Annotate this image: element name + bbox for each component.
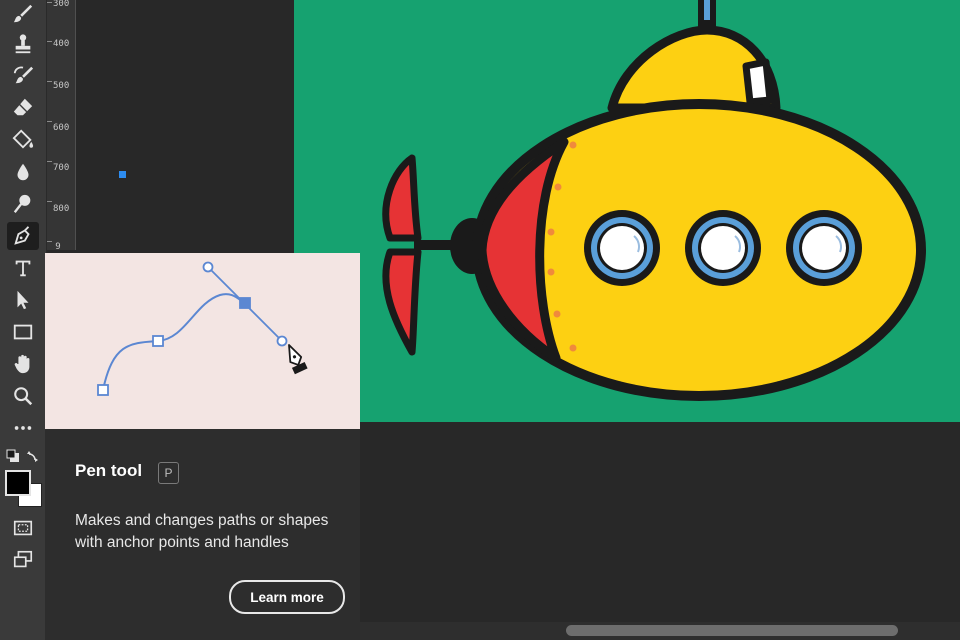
zoom-tool[interactable]: [7, 382, 39, 410]
propeller-blade-top: [382, 154, 422, 242]
blur-tool-icon: [17, 163, 29, 181]
dodge-tool-icon: [13, 194, 31, 213]
pen-tool[interactable]: [7, 222, 39, 250]
propeller-blade-bottom: [382, 248, 422, 356]
quick-mask-mode[interactable]: [7, 514, 39, 542]
pen-cursor-icon: [288, 344, 308, 375]
type-tool[interactable]: [7, 254, 39, 282]
learn-more-button[interactable]: Learn more: [229, 580, 345, 614]
canvas-pasteboard: [76, 0, 294, 250]
path-selection-tool-icon: [17, 290, 29, 310]
ruler-label: 700: [53, 163, 70, 173]
tower-window: [742, 58, 774, 106]
rectangle-tool-icon: [13, 324, 33, 340]
screen-mode[interactable]: [7, 546, 39, 574]
more-tools[interactable]: [7, 414, 39, 442]
vertical-ruler: 300 400 500 600 700 800 9: [47, 0, 76, 252]
bezier-path: [102, 293, 246, 391]
zoom-tool-icon: [14, 387, 33, 406]
document-canvas[interactable]: [294, 0, 960, 422]
periscope-highlight: [704, 0, 710, 20]
brush-tool[interactable]: [7, 0, 39, 28]
porthole-middle: [685, 210, 761, 286]
porthole-left: [584, 210, 660, 286]
ruler-label: 400: [53, 39, 70, 49]
type-tool-icon: [15, 260, 31, 277]
tools-panel: [0, 0, 47, 640]
swap-colors-icon[interactable]: [26, 449, 40, 463]
hand-tool[interactable]: [7, 350, 39, 378]
ruler-label: 9: [55, 242, 61, 252]
rectangle-tool[interactable]: [7, 318, 39, 346]
history-brush-tool-icon: [13, 66, 34, 84]
handle-point-icon: [202, 261, 214, 273]
selected-anchor-point-icon: [239, 297, 251, 309]
tooltip-description: Makes and changes paths or shapes with a…: [75, 512, 329, 551]
tooltip-title: Pen tool: [75, 461, 143, 480]
dodge-tool[interactable]: [7, 190, 39, 218]
pen-tool-rich-tooltip: Pen tool P Makes and changes paths or sh…: [44, 253, 360, 640]
porthole-right: [786, 210, 862, 286]
eraser-tool-icon: [13, 98, 33, 116]
canvas-pasteboard-bottom: [294, 422, 960, 640]
more-tools-icon: [14, 426, 32, 430]
eraser-tool[interactable]: [7, 93, 39, 121]
ruler-label: 300: [53, 0, 70, 9]
anchor-point-marker: [119, 171, 126, 178]
quick-mask-icon: [13, 520, 33, 536]
history-brush-tool[interactable]: [7, 61, 39, 89]
pen-tool-icon: [14, 226, 30, 245]
paint-bucket-tool-icon: [12, 129, 34, 149]
clone-stamp-tool-icon: [15, 34, 31, 54]
horizontal-scrollbar-thumb[interactable]: [566, 625, 898, 636]
screen-mode-icon: [13, 550, 33, 568]
clone-stamp-tool[interactable]: [7, 30, 39, 58]
brush-tool-icon: [13, 4, 33, 23]
tooltip-preview: [45, 253, 360, 429]
anchor-point-icon: [97, 384, 109, 396]
handle-point-icon: [276, 335, 288, 347]
foreground-color-swatch[interactable]: [5, 470, 31, 496]
pen-path-animation: [97, 261, 308, 396]
paint-bucket-tool[interactable]: [7, 125, 39, 153]
ruler-label: 800: [53, 204, 70, 214]
hand-tool-icon: [14, 354, 30, 374]
ruler-label: 500: [53, 81, 70, 91]
default-colors-icon[interactable]: [6, 449, 20, 463]
anchor-point-icon: [152, 335, 164, 347]
path-selection-tool[interactable]: [7, 286, 39, 314]
ruler-label: 600: [53, 123, 70, 133]
submarine-illustration: [382, 0, 926, 401]
shortcut-key-badge: P: [158, 462, 179, 484]
blur-tool[interactable]: [7, 158, 39, 186]
